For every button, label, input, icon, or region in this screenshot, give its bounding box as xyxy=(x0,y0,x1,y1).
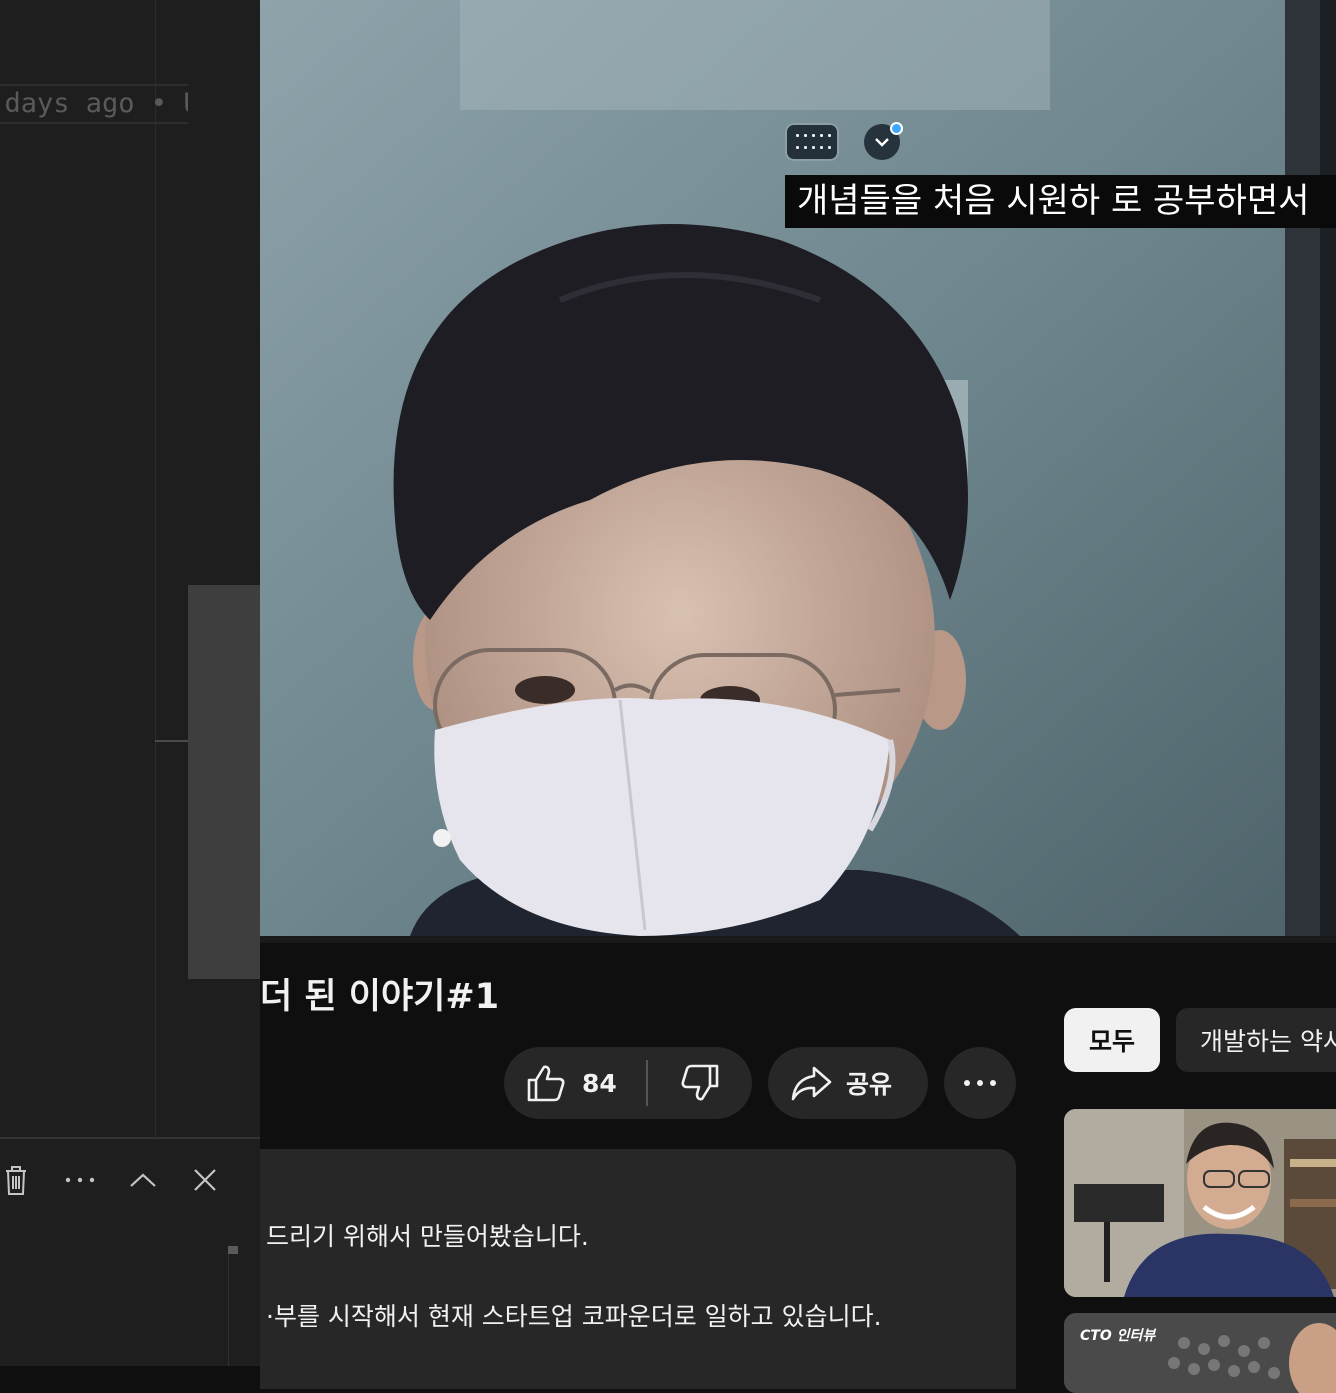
subtitle-caption: 개념들을 처음 시원하 로 공부하면서 xyxy=(785,175,1336,228)
git-blame-annotation: 2 days ago • Uncommitted changes xyxy=(0,84,188,124)
thumbs-up-icon xyxy=(527,1065,565,1102)
caption-options-button[interactable] xyxy=(864,122,903,160)
panel-divider[interactable] xyxy=(0,1137,260,1139)
keyboard-icon[interactable] xyxy=(787,125,837,159)
share-icon xyxy=(791,1066,832,1101)
description-line: 드리기 위해서 만들어봤습니다. xyxy=(266,1222,589,1251)
maximize-panel-icon[interactable] xyxy=(121,1158,165,1202)
minimap-slider[interactable] xyxy=(188,585,260,979)
more-icon xyxy=(964,1080,996,1086)
scrollbar-track xyxy=(228,1254,229,1366)
filter-chip-all[interactable]: 모두 xyxy=(1064,1008,1160,1072)
blame-text: 2 days ago • Uncommitted changes xyxy=(0,88,188,119)
video-title: 더 된 이야기#1 xyxy=(260,977,500,1017)
clear-icon[interactable] xyxy=(0,1158,38,1202)
related-video-thumbnail[interactable] xyxy=(1064,1109,1336,1297)
more-icon[interactable] xyxy=(58,1158,102,1202)
share-label: 공유 xyxy=(846,1070,893,1099)
like-button[interactable]: 84 xyxy=(504,1047,646,1119)
more-actions-button[interactable] xyxy=(944,1047,1016,1119)
video-player[interactable]: 개념들을 처음 시원하 로 공부하면서 xyxy=(260,0,1336,936)
code-editor-pane: 2 days ago • Uncommitted changes xyxy=(0,0,260,1366)
video-description[interactable]: 드리기 위해서 만들어봤습니다. ·부를 시작해서 현재 스타트업 코파운더로 … xyxy=(260,1149,1016,1389)
dislike-button[interactable] xyxy=(648,1047,752,1119)
share-button[interactable]: 공유 xyxy=(768,1047,928,1119)
thumbnail-label: CTO 인터뷰 xyxy=(1080,1328,1156,1344)
thumbnail-image xyxy=(1064,1109,1336,1297)
chevron-down-icon xyxy=(875,138,889,147)
like-count: 84 xyxy=(582,1068,617,1098)
player-progress-bar[interactable] xyxy=(260,936,1336,943)
filter-chip-channel[interactable]: 개발하는 약사 xyxy=(1176,1008,1336,1072)
close-icon[interactable] xyxy=(183,1158,227,1202)
notification-dot xyxy=(890,122,903,135)
related-video-thumbnail[interactable]: CTO 인터뷰 xyxy=(1064,1313,1336,1393)
scrollbar-thumb[interactable] xyxy=(228,1246,238,1254)
description-line: ·부를 시작해서 현재 스타트업 코파운더로 일하고 있습니다. xyxy=(266,1302,882,1331)
thumbs-down-icon xyxy=(681,1064,719,1101)
like-dislike-group: 84 xyxy=(504,1047,752,1119)
overview-ruler-mark xyxy=(155,740,188,742)
indent-guide xyxy=(155,0,156,1138)
